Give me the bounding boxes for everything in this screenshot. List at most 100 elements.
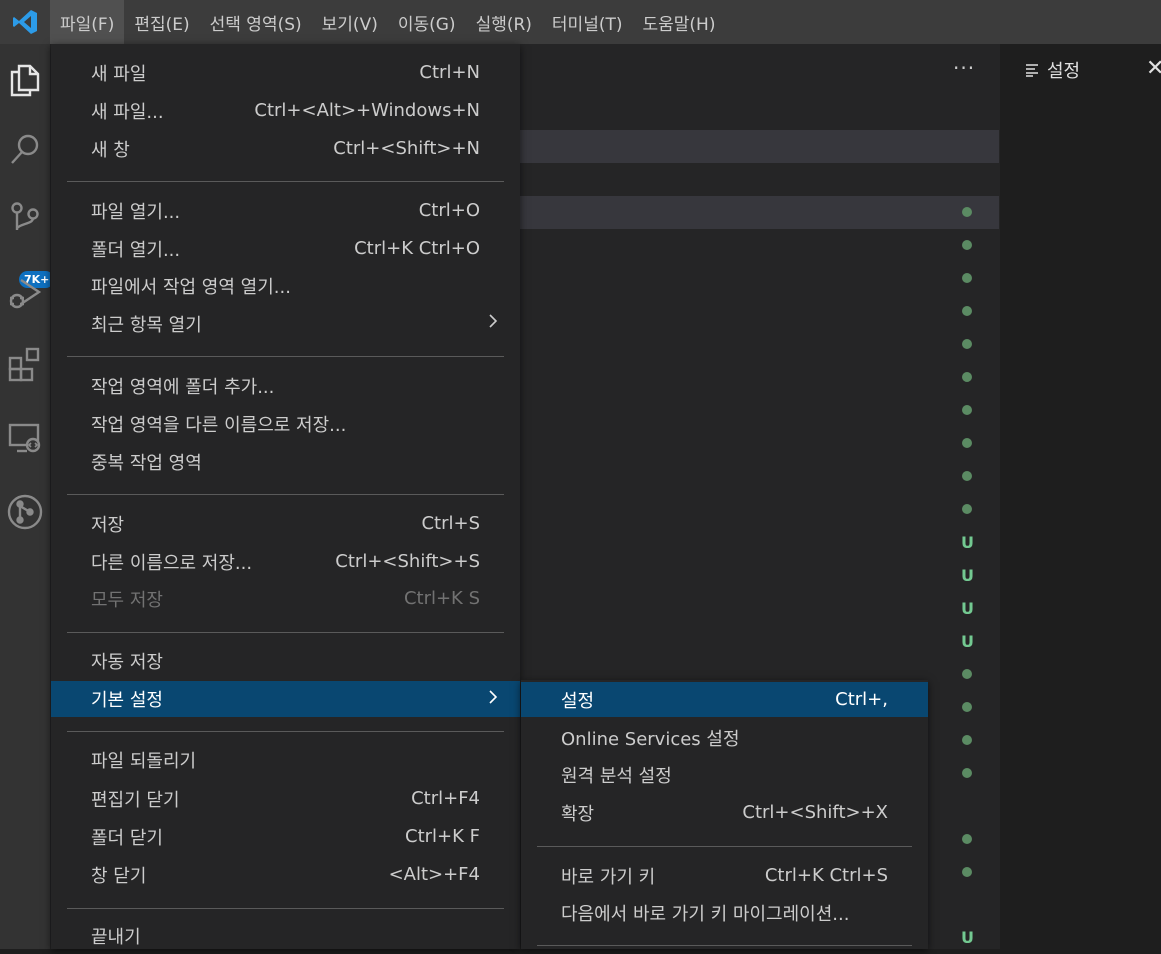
menu-file[interactable]: 파일(F) xyxy=(50,0,125,44)
menu-item-new-file[interactable]: 새 파일 Ctrl+N xyxy=(51,54,520,91)
modified-dot xyxy=(962,768,972,778)
menu-item-open-file[interactable]: 파일 열기... Ctrl+O xyxy=(51,192,520,229)
menu-item-migrate-keybindings[interactable]: 다음에서 바로 가기 키 마이그레이션... xyxy=(521,894,928,931)
menu-item-shortcut: Ctrl+K Ctrl+O xyxy=(354,238,480,259)
menu-item-shortcut: Ctrl+N xyxy=(419,62,480,83)
menu-item-open-folder[interactable]: 폴더 열기... Ctrl+K Ctrl+O xyxy=(51,230,520,267)
menu-item-keyboard-shortcuts[interactable]: 바로 가기 키 Ctrl+K Ctrl+S xyxy=(521,857,928,894)
vscode-logo-icon[interactable] xyxy=(0,0,50,44)
menu-separator xyxy=(67,908,504,909)
menu-item-shortcut: Ctrl+<Alt>+Windows+N xyxy=(254,100,480,121)
modified-dot xyxy=(962,405,972,415)
menu-item-shortcut: <Alt>+F4 xyxy=(388,864,480,885)
menu-run[interactable]: 실행(R) xyxy=(466,0,542,44)
chevron-right-icon xyxy=(488,313,498,334)
settings-tab-title[interactable]: 설정 xyxy=(1047,57,1080,83)
menu-separator xyxy=(67,356,504,357)
menu-item-label: 편집기 닫기 xyxy=(91,789,180,811)
menu-item-close-editor[interactable]: 편집기 닫기 Ctrl+F4 xyxy=(51,780,520,817)
preferences-submenu: 설정 Ctrl+, Online Services 설정 원격 분석 설정 확장 C… xyxy=(521,680,928,949)
menu-item-shortcut: Ctrl+<Shift>+X xyxy=(742,802,888,823)
menu-item-new-file-dialog[interactable]: 새 파일... Ctrl+<Alt>+Windows+N xyxy=(51,92,520,129)
menu-item-open-recent[interactable]: 최근 항목 열기 xyxy=(51,305,520,342)
settings-panel xyxy=(1000,44,1161,949)
modified-dot xyxy=(962,207,972,217)
modified-dot xyxy=(962,273,972,283)
menu-item-new-window[interactable]: 새 창 Ctrl+<Shift>+N xyxy=(51,130,520,167)
menu-item-label: Online Services 설정 xyxy=(561,728,740,750)
modified-dot xyxy=(962,306,972,316)
menu-item-duplicate-workspace[interactable]: 중복 작업 영역 xyxy=(51,443,520,480)
menu-item-label: 새 파일 xyxy=(91,63,147,85)
menu-item-label: 파일 열기... xyxy=(91,201,181,223)
menu-item-close-folder[interactable]: 폴더 닫기 Ctrl+K F xyxy=(51,818,520,855)
modified-dot xyxy=(962,438,972,448)
modified-dot xyxy=(962,702,972,712)
menu-item-auto-save[interactable]: 자동 저장 xyxy=(51,642,520,679)
menu-selection[interactable]: 선택 영역(S) xyxy=(200,0,312,44)
menu-item-shortcut: Ctrl+O xyxy=(418,200,480,221)
menu-item-add-folder-to-workspace[interactable]: 작업 영역에 폴더 추가... xyxy=(51,367,520,404)
modified-dot xyxy=(962,867,972,877)
modified-dot xyxy=(962,471,972,481)
modified-dot xyxy=(962,372,972,382)
menu-bar: 파일(F) 편집(E) 선택 영역(S) 보기(V) 이동(G) 실행(R) 터… xyxy=(0,0,1161,44)
menu-item-preferences[interactable]: 기본 설정 xyxy=(51,681,520,717)
menu-item-label: 끝내기 xyxy=(91,926,141,948)
menu-item-shortcut: Ctrl+S xyxy=(421,513,480,534)
remote-explorer-icon[interactable] xyxy=(0,410,50,466)
menu-item-open-workspace[interactable]: 파일에서 작업 영역 열기... xyxy=(51,267,520,304)
menu-item-label: 폴더 닫기 xyxy=(91,827,163,849)
search-icon[interactable] xyxy=(0,122,50,178)
menu-separator xyxy=(67,731,504,732)
explorer-icon[interactable] xyxy=(0,52,50,108)
menu-item-label: 바로 가기 키 xyxy=(561,866,656,888)
source-control-icon[interactable] xyxy=(0,192,50,248)
untracked-marker: U xyxy=(961,928,974,947)
menu-terminal[interactable]: 터미널(T) xyxy=(542,0,633,44)
menu-item-label: 창 닫기 xyxy=(91,865,147,887)
menu-go[interactable]: 이동(G) xyxy=(388,0,466,44)
menu-item-save-all: 모두 저장 Ctrl+K S xyxy=(51,580,520,617)
untracked-marker: U xyxy=(961,599,974,618)
menu-item-shortcut: Ctrl+<Shift>+S xyxy=(335,551,480,572)
list-icon xyxy=(1025,62,1039,81)
menu-item-extensions[interactable]: 확장 Ctrl+<Shift>+X xyxy=(521,794,928,831)
menu-item-save-as[interactable]: 다른 이름으로 저장... Ctrl+<Shift>+S xyxy=(51,543,520,580)
menu-edit[interactable]: 편집(E) xyxy=(124,0,199,44)
menu-item-label: 새 창 xyxy=(91,139,130,161)
menu-item-label: 자동 저장 xyxy=(91,651,163,673)
more-actions-button[interactable]: ··· xyxy=(953,56,975,80)
menu-item-label: 작업 영역을 다른 이름으로 저장... xyxy=(91,414,347,436)
modified-dot xyxy=(962,504,972,514)
menu-item-label: 파일에서 작업 영역 열기... xyxy=(91,276,291,298)
modified-dot xyxy=(962,735,972,745)
menu-item-shortcut: Ctrl+K Ctrl+S xyxy=(764,865,888,886)
extensions-icon[interactable] xyxy=(0,336,50,392)
selected-row xyxy=(520,196,999,229)
modified-dot xyxy=(962,669,972,679)
activity-bar: 7K+ xyxy=(0,44,55,949)
menu-item-label: 확장 xyxy=(561,803,595,825)
run-debug-icon[interactable] xyxy=(0,266,50,322)
menu-item-close-window[interactable]: 창 닫기 <Alt>+F4 xyxy=(51,856,520,893)
menu-item-exit[interactable]: 끝내기 xyxy=(51,917,520,954)
file-menu: 새 파일 Ctrl+N 새 파일... Ctrl+<Alt>+Windows+N 새… xyxy=(51,44,520,949)
menu-item-save[interactable]: 저장 Ctrl+S xyxy=(51,505,520,542)
menu-item-telemetry-settings[interactable]: 원격 분석 설정 xyxy=(521,756,928,793)
menu-item-online-services-settings[interactable]: Online Services 설정 xyxy=(521,719,928,756)
menu-item-shortcut: Ctrl+, xyxy=(835,689,888,710)
close-icon[interactable]: ✕ xyxy=(1146,56,1161,81)
menu-view[interactable]: 보기(V) xyxy=(312,0,388,44)
modified-dot xyxy=(962,240,972,250)
menu-item-revert-file[interactable]: 파일 되돌리기 xyxy=(51,741,520,778)
menu-separator xyxy=(67,494,504,495)
untracked-marker: U xyxy=(961,533,974,552)
menu-item-label: 기본 설정 xyxy=(91,690,163,711)
menu-item-settings[interactable]: 설정 Ctrl+, xyxy=(521,682,928,717)
menu-item-save-workspace-as[interactable]: 작업 영역을 다른 이름으로 저장... xyxy=(51,405,520,442)
menu-help[interactable]: 도움말(H) xyxy=(633,0,726,44)
menu-item-label: 파일 되돌리기 xyxy=(91,750,197,772)
git-graph-icon[interactable] xyxy=(0,484,50,540)
menu-separator xyxy=(67,181,504,182)
